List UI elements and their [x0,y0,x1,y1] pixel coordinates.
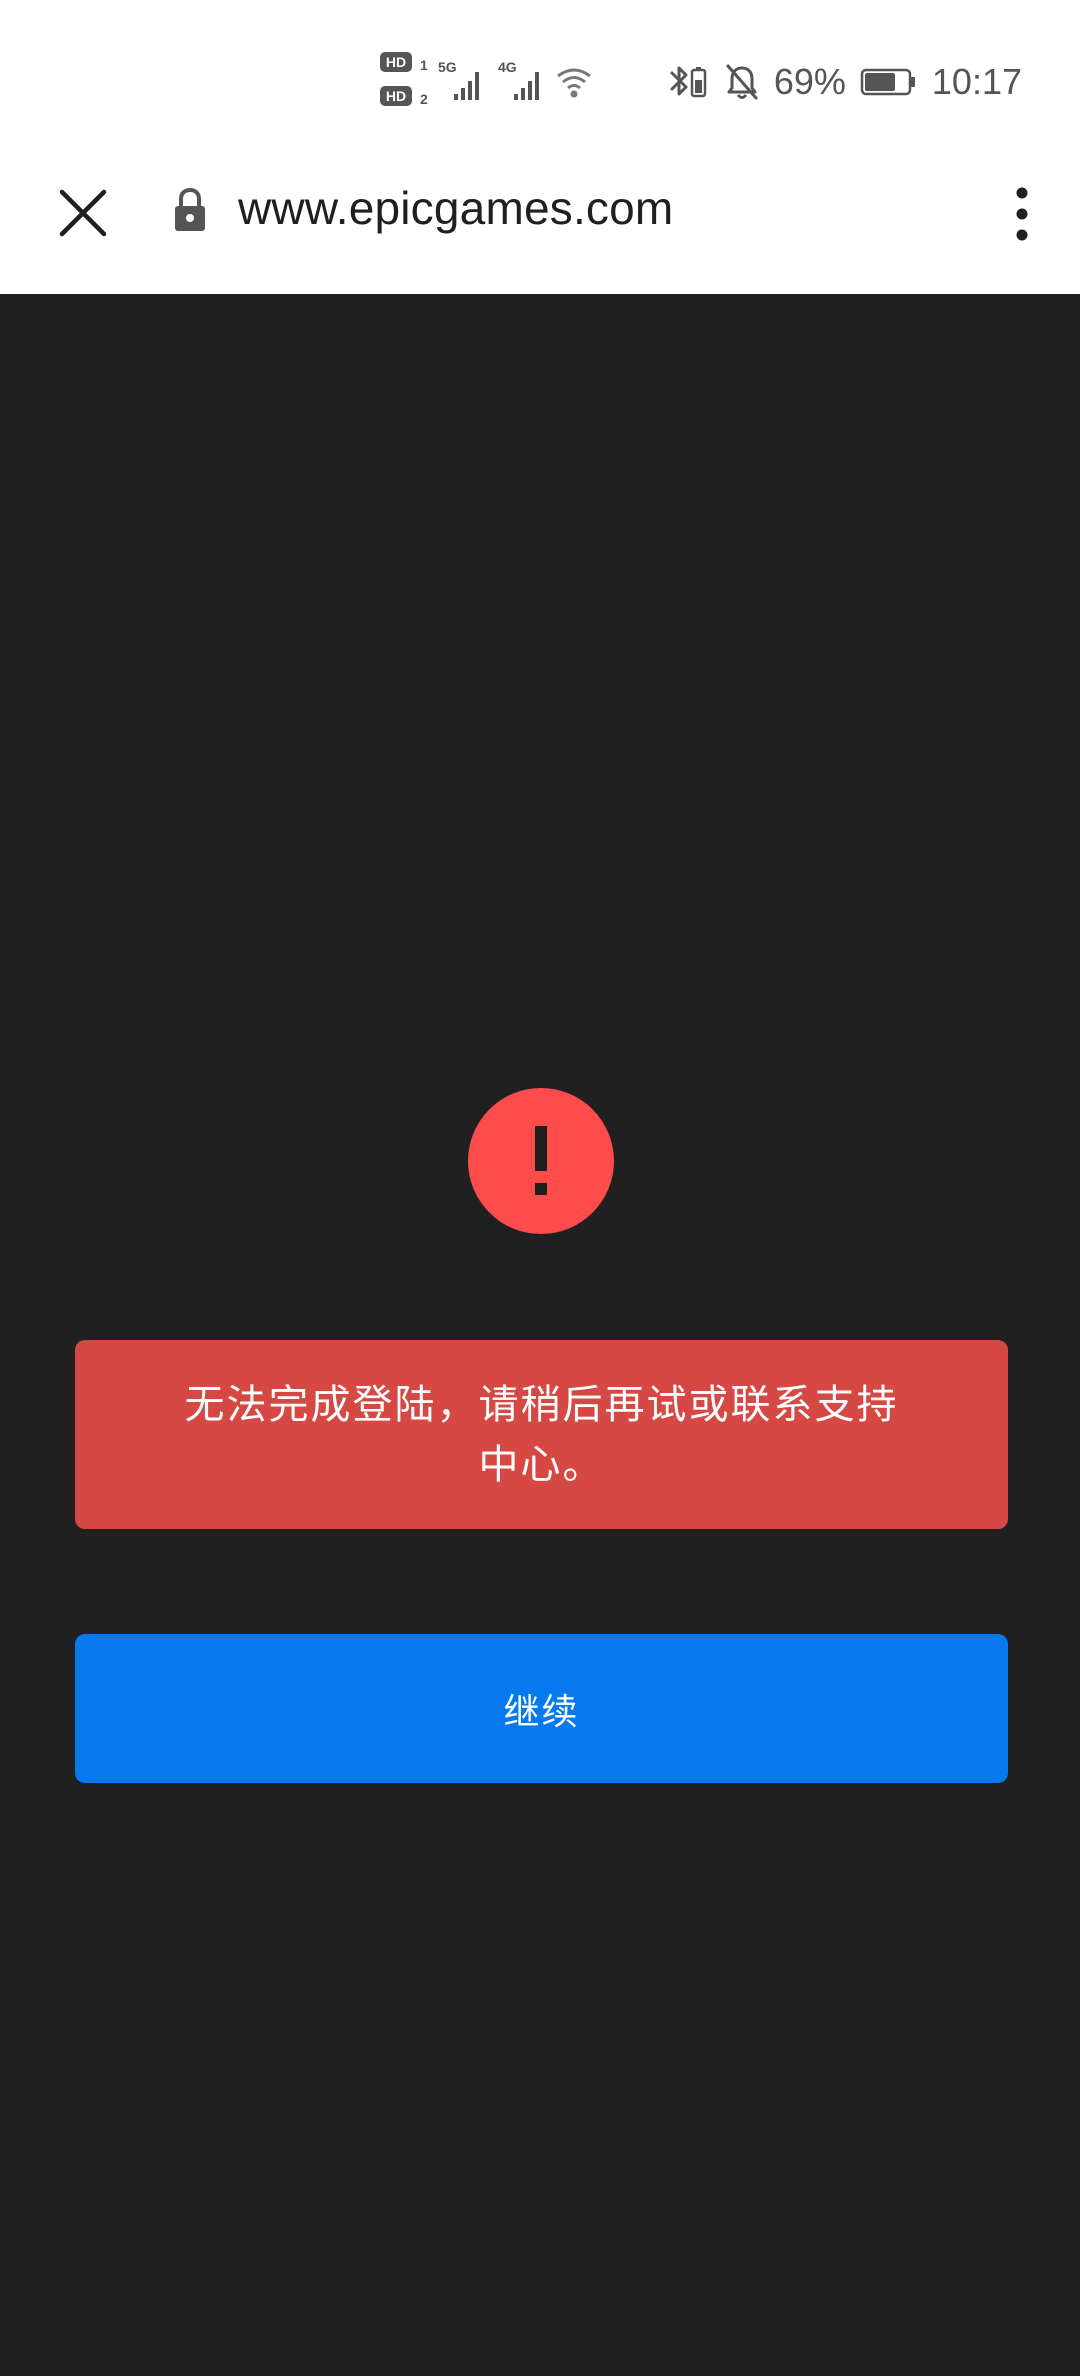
close-button[interactable] [40,170,126,256]
network-status-icons: HD 1 HD 2 5G 4G [380,52,591,107]
url-text[interactable]: www.epicgames.com [238,178,673,238]
signal-icon [454,72,479,100]
status-bar: HD 1 HD 2 5G 4G 69% 10:17 [0,0,1080,150]
battery-icon [860,68,915,96]
exclamation-icon [468,1088,614,1234]
error-message-box: 无法完成登陆，请稍后再试或联系支持中心。 [75,1340,1008,1529]
browser-toolbar: www.epicgames.com [0,150,1080,294]
sim1-label: HD [386,54,406,70]
error-message: 无法完成登陆，请稍后再试或联系支持中心。 [184,1381,899,1488]
lock-icon [175,187,205,231]
hd1-badge: HD 1 [380,52,428,73]
sim2-label: HD [386,88,406,104]
sim1-index: 1 [420,57,428,73]
bluetooth-icon [670,66,707,98]
more-options-button[interactable] [994,174,1050,254]
hd2-badge: HD 2 [380,86,428,107]
wifi-icon [557,68,591,98]
more-vert-icon [1016,187,1028,241]
network-5g-label: 5G [438,59,457,75]
close-icon [59,189,107,237]
battery-percentage: 69% [773,61,846,102]
bell-muted-icon [726,64,758,100]
network-4g-label: 4G [498,59,517,75]
status-right: 69% 10:17 [666,52,1022,112]
status-time: 10:17 [931,61,1022,102]
signal-icon [514,72,539,100]
continue-button[interactable]: 继续 [75,1634,1008,1783]
sim2-index: 2 [420,91,428,107]
